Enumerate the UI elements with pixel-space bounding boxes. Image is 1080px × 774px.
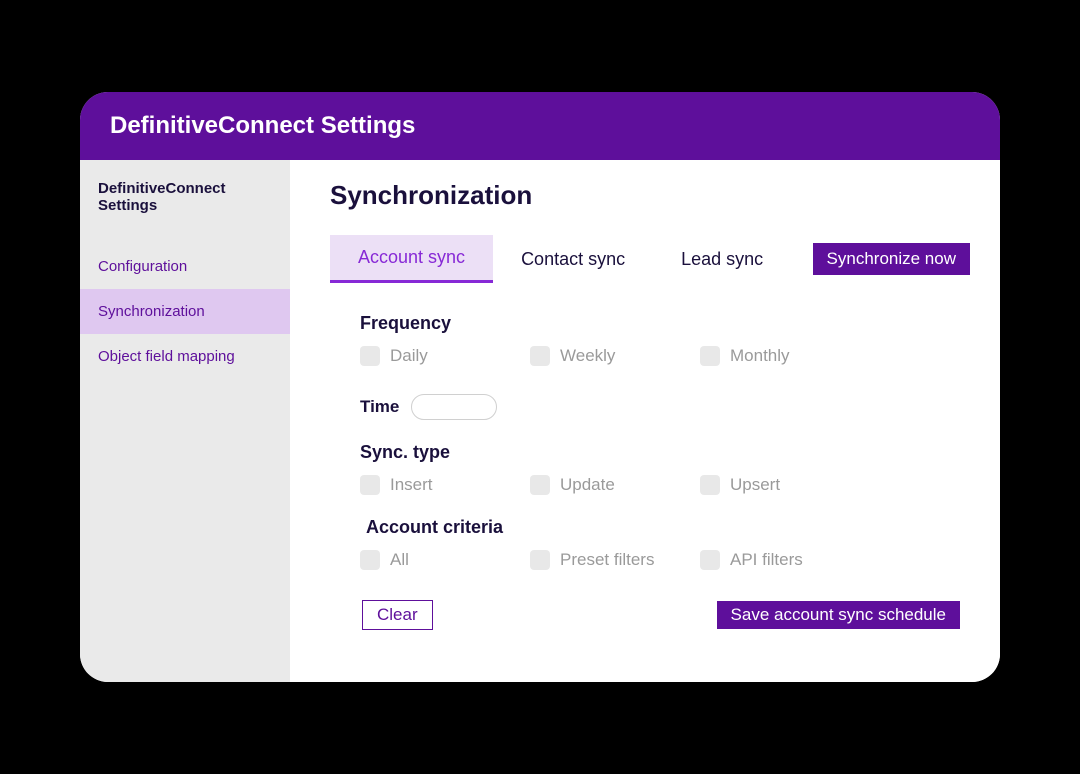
frequency-option-weekly[interactable]: Weekly xyxy=(530,346,700,366)
clear-button[interactable]: Clear xyxy=(362,600,433,630)
sidebar-item-object-field-mapping[interactable]: Object field mapping xyxy=(80,334,290,379)
sidebar-item-synchronization[interactable]: Synchronization xyxy=(80,289,290,334)
tabs-row: Account sync Contact sync Lead sync Sync… xyxy=(330,235,970,283)
checkbox-icon[interactable] xyxy=(530,550,550,570)
account-criteria-option-all[interactable]: All xyxy=(360,550,530,570)
settings-window: DefinitiveConnect Settings DefinitiveCon… xyxy=(80,92,1000,682)
page-title: Synchronization xyxy=(330,180,970,211)
frequency-option-monthly[interactable]: Monthly xyxy=(700,346,870,366)
sidebar: DefinitiveConnect Settings Configuration… xyxy=(80,160,290,682)
checkbox-icon[interactable] xyxy=(360,346,380,366)
footer-row: Clear Save account sync schedule xyxy=(360,600,960,630)
option-label: Insert xyxy=(390,475,433,495)
option-label: Upsert xyxy=(730,475,780,495)
tab-lead-sync[interactable]: Lead sync xyxy=(653,237,791,282)
checkbox-icon[interactable] xyxy=(360,550,380,570)
option-label: Update xyxy=(560,475,615,495)
sync-type-options: Insert Update Upsert xyxy=(360,475,960,495)
account-criteria-options: All Preset filters API filters xyxy=(360,550,960,570)
frequency-label: Frequency xyxy=(360,313,960,334)
account-criteria-option-api-filters[interactable]: API filters xyxy=(700,550,870,570)
checkbox-icon[interactable] xyxy=(530,346,550,366)
sync-type-option-update[interactable]: Update xyxy=(530,475,700,495)
save-button[interactable]: Save account sync schedule xyxy=(717,601,960,629)
time-label: Time xyxy=(360,397,399,417)
time-input[interactable] xyxy=(411,394,497,420)
main-panel: Synchronization Account sync Contact syn… xyxy=(290,160,1000,682)
option-label: Weekly xyxy=(560,346,615,366)
form-area: Frequency Daily Weekly Monthly xyxy=(330,283,970,662)
checkbox-icon[interactable] xyxy=(700,550,720,570)
checkbox-icon[interactable] xyxy=(530,475,550,495)
window-titlebar: DefinitiveConnect Settings xyxy=(80,92,1000,160)
checkbox-icon[interactable] xyxy=(360,475,380,495)
sidebar-title: DefinitiveConnect Settings xyxy=(80,160,290,244)
synchronize-now-button[interactable]: Synchronize now xyxy=(813,243,970,275)
sidebar-item-configuration[interactable]: Configuration xyxy=(80,244,290,289)
frequency-option-daily[interactable]: Daily xyxy=(360,346,530,366)
option-label: Preset filters xyxy=(560,550,654,570)
sync-type-option-insert[interactable]: Insert xyxy=(360,475,530,495)
tab-account-sync[interactable]: Account sync xyxy=(330,235,493,283)
checkbox-icon[interactable] xyxy=(700,475,720,495)
sync-type-label: Sync. type xyxy=(360,442,960,463)
window-body: DefinitiveConnect Settings Configuration… xyxy=(80,160,1000,682)
tab-contact-sync[interactable]: Contact sync xyxy=(493,237,653,282)
option-label: API filters xyxy=(730,550,803,570)
option-label: Monthly xyxy=(730,346,790,366)
frequency-options: Daily Weekly Monthly xyxy=(360,346,960,366)
checkbox-icon[interactable] xyxy=(700,346,720,366)
account-criteria-label: Account criteria xyxy=(360,517,960,538)
option-label: All xyxy=(390,550,409,570)
sync-type-option-upsert[interactable]: Upsert xyxy=(700,475,870,495)
time-row: Time xyxy=(360,394,960,420)
account-criteria-option-preset-filters[interactable]: Preset filters xyxy=(530,550,700,570)
option-label: Daily xyxy=(390,346,428,366)
